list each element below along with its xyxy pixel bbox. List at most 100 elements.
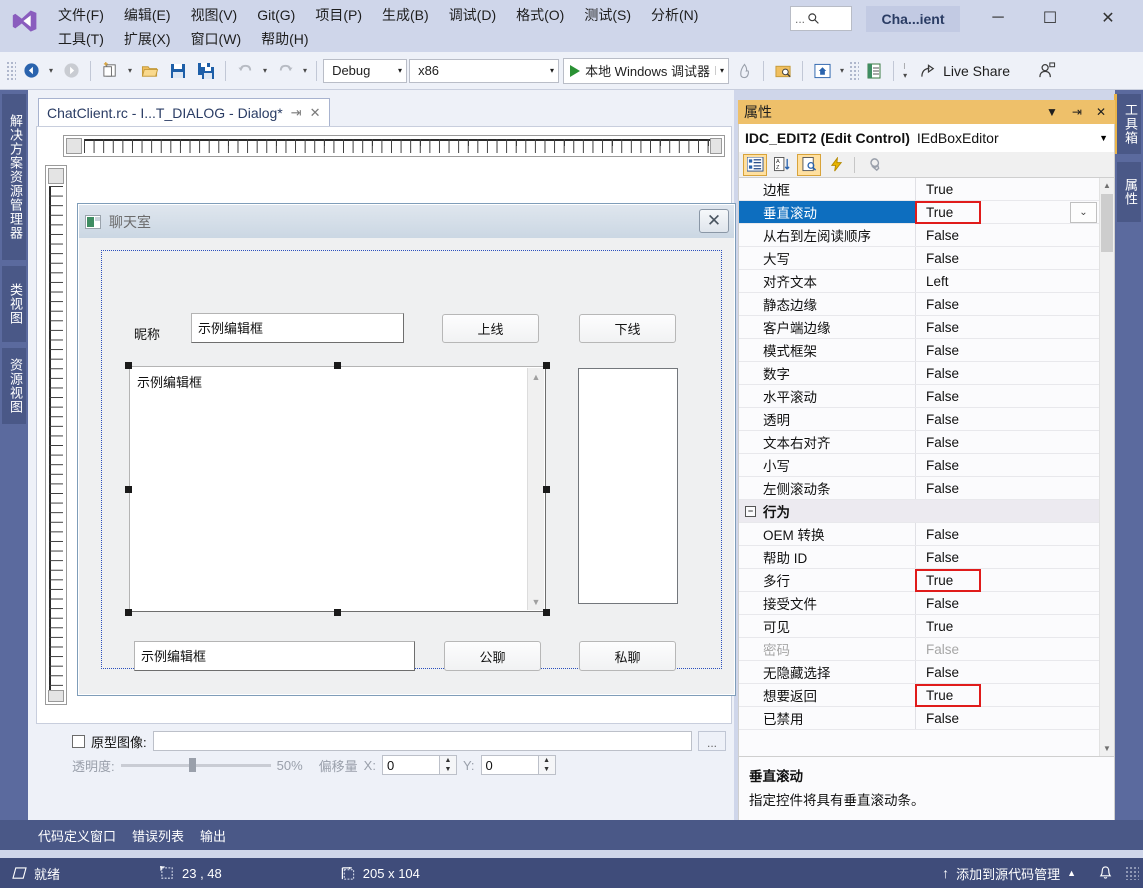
sidebar-item-class-view[interactable]: 类视图 [2, 266, 26, 342]
property-value[interactable] [915, 500, 1099, 522]
vertical-ruler[interactable] [45, 165, 67, 705]
scroll-down-arrow-icon[interactable]: ▼ [528, 593, 544, 610]
sidebar-item-toolbox[interactable]: 工具箱 [1114, 94, 1141, 154]
property-row[interactable]: 边框 True [739, 178, 1099, 201]
property-row[interactable]: 接受文件 False [739, 592, 1099, 615]
chat-log-edit-selected[interactable]: 示例编辑框 ▲ ▼ [125, 362, 550, 616]
ruler-handle-right[interactable] [710, 138, 722, 154]
start-debugging-button[interactable]: 本地 Windows 调试器 ▾ [563, 57, 730, 84]
slider-thumb[interactable] [188, 758, 196, 772]
nickname-input[interactable]: 示例编辑框 [191, 313, 404, 343]
offset-y-input[interactable]: 0 [480, 755, 539, 775]
property-row[interactable]: 模式框架 False [739, 339, 1099, 362]
property-value[interactable]: False [915, 546, 1099, 568]
menu-file[interactable]: 文件(F) [48, 4, 114, 27]
events-button[interactable] [824, 154, 848, 176]
property-row[interactable]: 小写 False [739, 454, 1099, 477]
property-value[interactable]: False [915, 362, 1099, 384]
menu-debug[interactable]: 调试(D) [439, 4, 506, 27]
public-chat-button[interactable]: 公聊 [444, 641, 541, 671]
tab-code-definition-window[interactable]: 代码定义窗口 [36, 822, 118, 849]
spin-down-icon[interactable]: ▼ [539, 765, 555, 774]
spin-down-icon[interactable]: ▼ [440, 765, 456, 774]
ruler-handle-bottom[interactable] [48, 690, 64, 702]
open-file-button[interactable] [137, 58, 163, 84]
menu-analyze[interactable]: 分析(N) [641, 4, 708, 27]
minimize-button[interactable]: ─ [975, 4, 1021, 32]
menu-extensions[interactable]: 扩展(X) [114, 28, 181, 51]
solution-configuration-dropdown[interactable]: Debug ▾ [323, 58, 408, 83]
solution-explorer-dropdown[interactable]: ▾ [837, 66, 847, 75]
property-value[interactable]: False [915, 408, 1099, 430]
menu-git[interactable]: Git(G) [247, 4, 305, 27]
new-project-button[interactable] [97, 58, 123, 84]
property-value[interactable]: False [915, 339, 1099, 361]
pin-icon[interactable]: ⇥ [291, 105, 302, 121]
resize-handle-w[interactable] [125, 486, 132, 493]
save-all-button[interactable] [193, 58, 219, 84]
close-icon[interactable]: ✕ [1093, 105, 1109, 119]
property-value[interactable]: False [915, 661, 1099, 683]
property-row[interactable]: 客户端边缘 False [739, 316, 1099, 339]
resize-handle-e[interactable] [543, 486, 550, 493]
property-row[interactable]: 静态边缘 False [739, 293, 1099, 316]
hot-reload-button[interactable] [731, 58, 757, 84]
close-icon[interactable]: ✕ [310, 105, 321, 121]
property-row[interactable]: 透明 False [739, 408, 1099, 431]
chat-log-vertical-scrollbar[interactable]: ▲ ▼ [527, 368, 544, 610]
property-row[interactable]: 想要返回 True [739, 684, 1099, 707]
pin-icon[interactable]: ⇥ [1069, 105, 1085, 119]
property-value[interactable]: False [915, 592, 1099, 614]
property-row[interactable]: 从右到左阅读顺序 False [739, 224, 1099, 247]
save-button[interactable] [165, 58, 191, 84]
toolbar-overflow-button[interactable]: ⁝ ▾ [900, 62, 910, 80]
online-button[interactable]: 上线 [442, 314, 539, 343]
resize-handle-ne[interactable] [543, 362, 550, 369]
property-row[interactable]: 对齐文本 Left [739, 270, 1099, 293]
property-value[interactable]: True [915, 569, 1099, 591]
property-row[interactable]: 垂直滚动 True ⌄ [739, 201, 1099, 224]
status-notifications[interactable] [1098, 865, 1113, 881]
property-row[interactable]: 多行 True [739, 569, 1099, 592]
resize-grip[interactable] [1125, 866, 1139, 880]
redo-button[interactable] [272, 58, 298, 84]
chevron-down-icon[interactable]: ▼ [1099, 133, 1108, 143]
property-row[interactable]: 帮助 ID False [739, 546, 1099, 569]
property-value[interactable]: False [915, 707, 1099, 729]
collapse-toggle-icon[interactable]: − [745, 506, 756, 517]
toolbar-grip[interactable] [6, 60, 16, 81]
property-row[interactable]: 无隐藏选择 False [739, 661, 1099, 684]
navigate-back-button[interactable] [18, 58, 44, 84]
ruler-handle-top[interactable] [48, 168, 64, 184]
dialog-close-button[interactable]: ✕ [699, 209, 729, 233]
ruler-handle-left[interactable] [66, 138, 82, 154]
menu-view[interactable]: 视图(V) [181, 4, 248, 27]
property-value[interactable]: True [915, 615, 1099, 637]
opacity-slider[interactable] [120, 758, 271, 772]
search-input[interactable]: ... [790, 6, 852, 31]
property-value[interactable]: True [915, 684, 1099, 706]
property-row[interactable]: OEM 转换 False [739, 523, 1099, 546]
find-in-files-button[interactable] [770, 58, 796, 84]
chevron-down-icon[interactable]: ▼ [1043, 105, 1061, 119]
private-chat-button[interactable]: 私聊 [579, 641, 676, 671]
resize-handle-s[interactable] [334, 609, 341, 616]
resize-handle-sw[interactable] [125, 609, 132, 616]
chat-log-edit[interactable]: 示例编辑框 ▲ ▼ [129, 366, 546, 612]
close-button[interactable]: ✕ [1085, 4, 1131, 32]
prototype-image-checkbox[interactable] [72, 734, 85, 748]
menu-tools[interactable]: 工具(T) [48, 28, 114, 51]
property-value[interactable]: False [915, 385, 1099, 407]
offset-x-spin-buttons[interactable]: ▲ ▼ [439, 755, 457, 775]
menu-format[interactable]: 格式(O) [506, 4, 574, 27]
sidebar-item-resource-view[interactable]: 资源视图 [2, 348, 26, 424]
account-button[interactable] [1034, 58, 1060, 84]
dialog-designer-surface[interactable]: 聊天室 ✕ 昵称 示例编辑框 上线 下线 示例编辑框 ▲ ▼ 示例编辑框 公聊 … [36, 126, 736, 724]
property-value[interactable]: False [915, 638, 1099, 660]
offset-y-stepper[interactable]: 0 ▲ ▼ [480, 755, 556, 775]
user-list-box[interactable] [578, 368, 678, 604]
redo-dropdown[interactable]: ▾ [300, 66, 310, 75]
property-value[interactable]: False [915, 316, 1099, 338]
tab-error-list[interactable]: 错误列表 [130, 822, 186, 849]
properties-object-selector[interactable]: IDC_EDIT2 (Edit Control) IEdBoxEditor ▼ [738, 124, 1115, 152]
